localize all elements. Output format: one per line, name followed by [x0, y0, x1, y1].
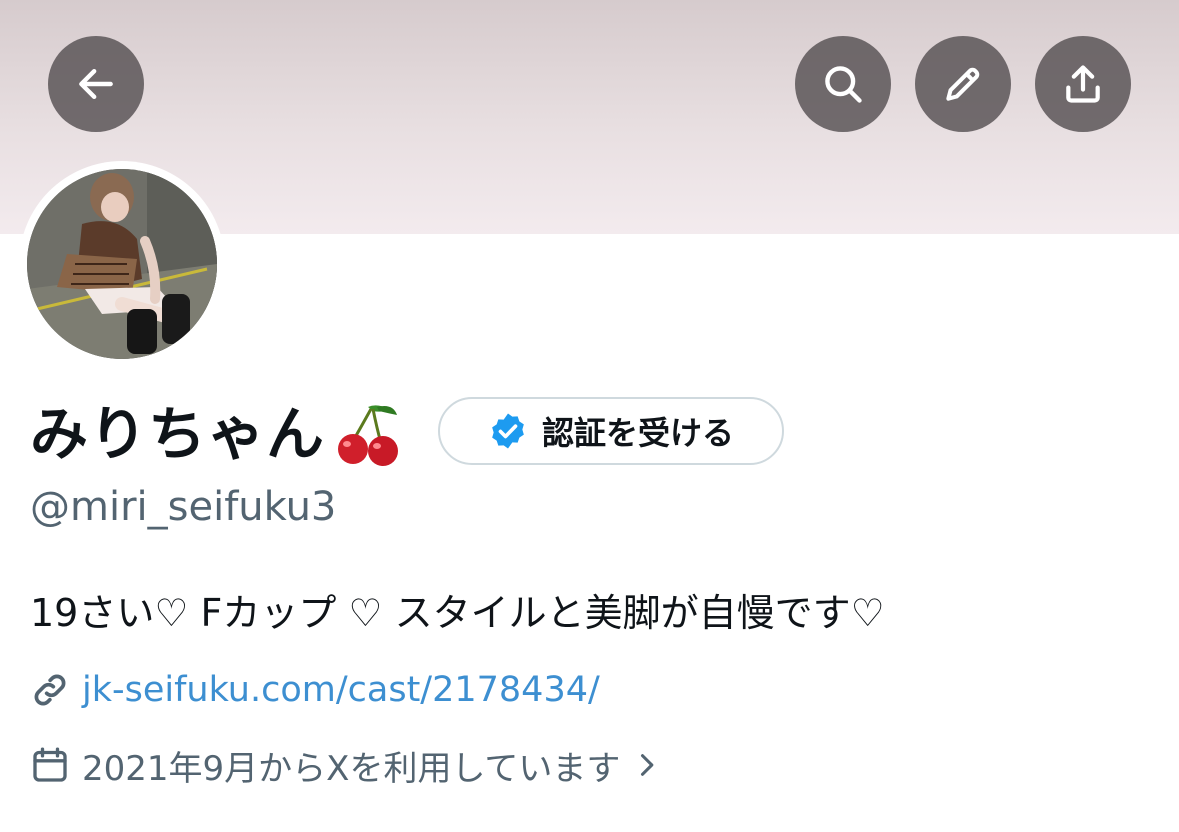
- display-name: みりちゃん: [30, 400, 326, 468]
- chevron-right-icon: [641, 754, 654, 776]
- user-handle: @miri_seifuku3: [30, 484, 337, 530]
- get-verified-label: 認証を受ける: [541, 414, 734, 452]
- joined-date: 2021年9月からXを利用しています: [82, 748, 621, 789]
- verified-badge-icon: [492, 413, 524, 449]
- website-link-row[interactable]: jk-seifuku.com/cast/2178434/: [30, 665, 600, 715]
- edit-button[interactable]: [915, 36, 1011, 132]
- share-button[interactable]: [1035, 36, 1131, 132]
- avatar-photo: [27, 169, 217, 359]
- link-icon: [34, 674, 66, 706]
- display-name-row: みりちゃん: [30, 392, 403, 476]
- avatar[interactable]: [19, 161, 225, 367]
- back-button[interactable]: [48, 36, 144, 132]
- share-upload-icon: [1066, 65, 1100, 103]
- bio-text: 19さい♡ Fカップ ♡ スタイルと美脚が自慢です♡: [30, 591, 885, 635]
- search-button[interactable]: [795, 36, 891, 132]
- get-verified-button[interactable]: 認証を受ける: [438, 397, 784, 465]
- arrow-left-icon: [79, 68, 113, 100]
- calendar-icon: [33, 747, 67, 782]
- cherry-emoji: [338, 405, 399, 466]
- pencil-icon: [946, 67, 980, 101]
- website-link[interactable]: jk-seifuku.com/cast/2178434/: [82, 670, 600, 710]
- search-icon: [825, 66, 862, 103]
- joined-date-row[interactable]: 2021年9月からXを利用しています: [30, 740, 660, 790]
